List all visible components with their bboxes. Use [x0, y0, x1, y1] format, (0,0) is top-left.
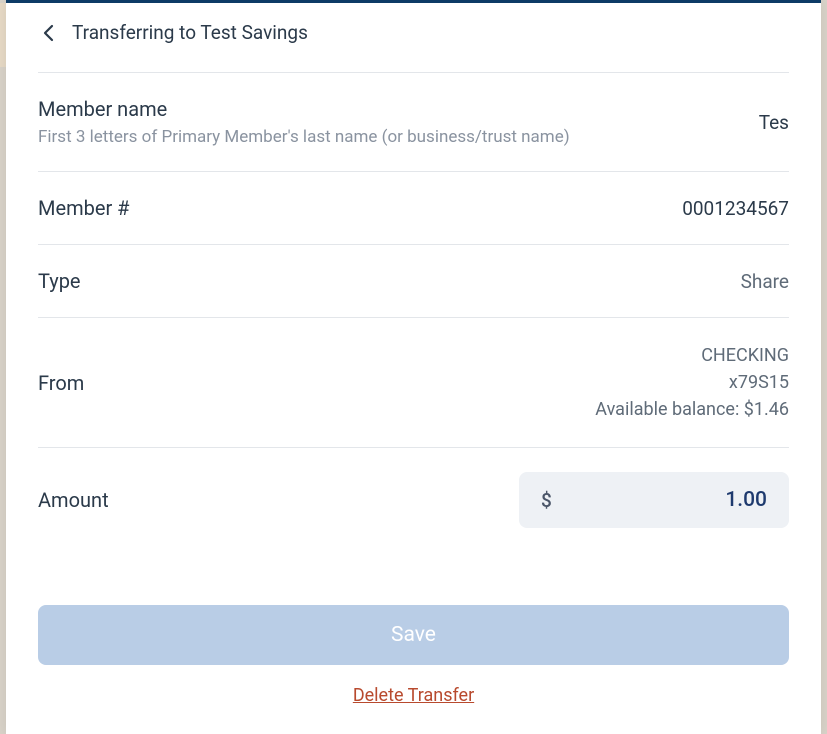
row-member-number[interactable]: Member # 0001234567: [38, 171, 789, 244]
amount-label: Amount: [38, 488, 499, 512]
member-name-label: Member name: [38, 97, 739, 121]
dollar-sign-icon: $: [541, 489, 552, 512]
row-type[interactable]: Type Share: [38, 244, 789, 317]
member-name-value: Tes: [759, 111, 789, 134]
from-account: CHECKING: [595, 342, 789, 369]
delete-transfer-link[interactable]: Delete Transfer: [38, 685, 789, 706]
type-label: Type: [38, 269, 721, 293]
amount-box[interactable]: $: [519, 472, 789, 528]
row-amount: Amount $: [38, 447, 789, 552]
member-name-sub: First 3 letters of Primary Member's last…: [38, 127, 739, 147]
save-button[interactable]: Save: [38, 605, 789, 665]
from-balance: Available balance: $1.46: [595, 396, 789, 423]
from-label: From: [38, 371, 575, 395]
page-title: Transferring to Test Savings: [72, 21, 308, 44]
chevron-left-icon: [43, 24, 54, 42]
back-button[interactable]: [38, 23, 58, 43]
amount-input[interactable]: [607, 488, 767, 512]
member-number-label: Member #: [38, 196, 662, 220]
modal-header: Transferring to Test Savings: [6, 3, 821, 72]
scroll-area[interactable]: Transferring to Test Savings Member name…: [6, 3, 821, 580]
modal-footer: Save Delete Transfer: [6, 580, 821, 734]
row-member-name[interactable]: Member name First 3 letters of Primary M…: [38, 72, 789, 171]
type-value: Share: [741, 270, 789, 293]
row-from[interactable]: From CHECKING x79S15 Available balance: …: [38, 317, 789, 447]
transfer-modal: Transferring to Test Savings Member name…: [6, 0, 821, 734]
member-number-value: 0001234567: [682, 197, 789, 220]
from-suffix: x79S15: [595, 369, 789, 396]
